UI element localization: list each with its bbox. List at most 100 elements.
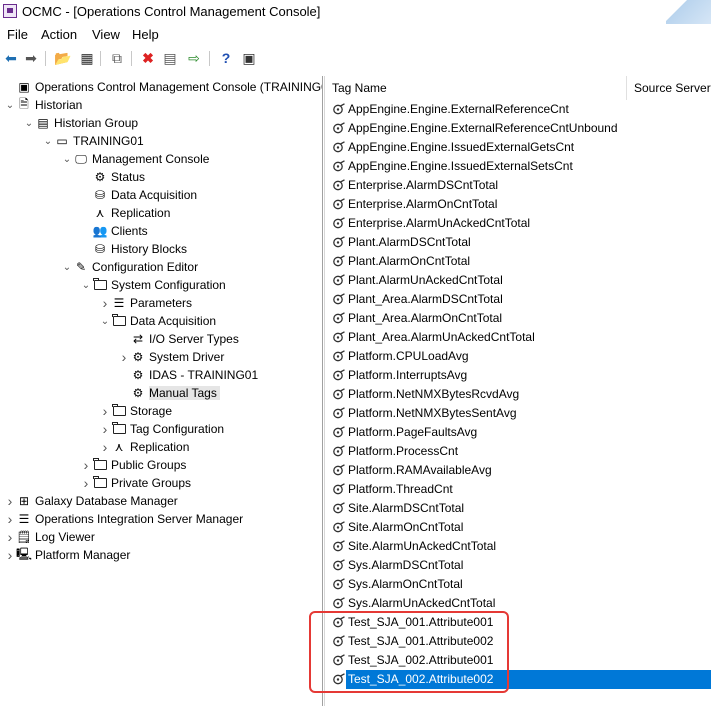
column-separator[interactable] — [626, 76, 627, 100]
column-header-source-server[interactable]: Source Server — [634, 76, 711, 100]
table-row[interactable]: Platform.InterruptsAvg — [326, 366, 711, 385]
menu-file[interactable]: File — [7, 27, 28, 42]
tree-node[interactable]: ▣ Operations Control Management Console (… — [4, 78, 322, 96]
tag-name-cell: Plant.AlarmOnCntTotal — [348, 254, 471, 268]
tag-name-cell: AppEngine.Engine.ExternalReferenceCnt — [348, 102, 569, 116]
tree-node[interactable]: ⚙ IDAS - TRAINING01 — [118, 366, 259, 384]
tree-node[interactable]: ⌄ ▤ Historian Group — [23, 114, 138, 132]
table-row[interactable]: Plant_Area.AlarmDSCntTotal — [326, 290, 711, 309]
folder-shape — [93, 476, 107, 488]
table-row[interactable]: Plant.AlarmDSCntTotal — [326, 233, 711, 252]
tag-icon — [332, 103, 346, 116]
chevron-right-icon[interactable]: › — [99, 421, 111, 437]
chevron-right-icon[interactable]: › — [118, 349, 130, 365]
table-row[interactable]: Site.AlarmUnAckedCntTotal — [326, 537, 711, 556]
chevron-down-icon[interactable]: ⌄ — [61, 154, 73, 165]
tree-node[interactable]: ⋏ Replication — [80, 204, 171, 222]
table-row[interactable]: Platform.ThreadCnt — [326, 480, 711, 499]
table-row[interactable]: Platform.ProcessCnt — [326, 442, 711, 461]
tree-node[interactable]: ⚙ Status — [80, 168, 145, 186]
table-row[interactable]: Platform.NetNMXBytesRcvdAvg — [326, 385, 711, 404]
table-row[interactable]: Platform.PageFaultsAvg — [326, 423, 711, 442]
tree-node[interactable]: ⌄ ▭ TRAINING01 — [42, 132, 144, 150]
chevron-right-icon[interactable]: › — [99, 403, 111, 419]
table-row[interactable]: Plant_Area.AlarmOnCntTotal — [326, 309, 711, 328]
table-row[interactable]: Sys.AlarmOnCntTotal — [326, 575, 711, 594]
tree-node[interactable]: › ☰ Operations Integration Server Manager — [4, 510, 243, 528]
tree-node[interactable]: › Public Groups — [80, 456, 187, 474]
table-row[interactable]: Plant.AlarmUnAckedCntTotal — [326, 271, 711, 290]
tree-node-label: Data Acquisition — [111, 188, 198, 202]
tree-node[interactable]: ⇄ I/O Server Types — [118, 330, 239, 348]
table-row[interactable]: Sys.AlarmDSCntTotal — [326, 556, 711, 575]
table-row[interactable]: Enterprise.AlarmDSCntTotal — [326, 176, 711, 195]
table-row[interactable]: AppEngine.Engine.IssuedExternalSetsCnt — [326, 157, 711, 176]
tag-name-cell: Plant_Area.AlarmUnAckedCntTotal — [348, 330, 535, 344]
table-row[interactable]: Platform.RAMAvailableAvg — [326, 461, 711, 480]
tree-node[interactable]: › ⋏ Replication — [99, 438, 190, 456]
tree-node[interactable]: › ⊞ Galaxy Database Manager — [4, 492, 178, 510]
tree-node[interactable]: ⛁ History Blocks — [80, 240, 187, 258]
menu-view[interactable]: View — [92, 27, 120, 42]
export-icon[interactable]: ⇨ — [185, 49, 203, 67]
chevron-right-icon[interactable]: › — [80, 457, 92, 473]
console-icon[interactable]: ▣ — [240, 49, 258, 67]
table-row[interactable]: Site.AlarmDSCntTotal — [326, 499, 711, 518]
tag-name-cell: AppEngine.Engine.ExternalReferenceCntUnb… — [348, 121, 618, 135]
tree-node[interactable]: ⛁ Data Acquisition — [80, 186, 197, 204]
table-row[interactable]: Platform.CPULoadAvg — [326, 347, 711, 366]
tree-node[interactable]: › 🗒 Log Viewer — [4, 528, 95, 546]
table-row[interactable]: Plant.AlarmOnCntTotal — [326, 252, 711, 271]
chevron-down-icon[interactable]: ⌄ — [4, 100, 16, 111]
chevron-right-icon[interactable]: › — [80, 475, 92, 491]
help-icon[interactable]: ? — [217, 49, 235, 67]
tree-node[interactable]: 👥 Clients — [80, 222, 148, 240]
properties-icon[interactable]: ▤ — [161, 49, 179, 67]
forward-icon[interactable]: ➡ — [22, 49, 40, 67]
table-row[interactable]: Site.AlarmOnCntTotal — [326, 518, 711, 537]
menu-help[interactable]: Help — [132, 27, 159, 42]
tree-node[interactable]: › ☰ Parameters — [99, 294, 192, 312]
chevron-right-icon[interactable]: › — [4, 493, 16, 509]
tree-node[interactable]: › Private Groups — [80, 474, 191, 492]
table-row[interactable]: Platform.NetNMXBytesSentAvg — [326, 404, 711, 423]
chevron-right-icon[interactable]: › — [4, 547, 16, 563]
tree-node[interactable]: ⌄ 🗎 Historian — [4, 96, 83, 114]
folder-shape — [93, 458, 107, 470]
show-tree-icon[interactable]: ▦ — [78, 49, 96, 67]
tree-node-label: Tag Configuration — [130, 422, 225, 436]
up-folder-icon[interactable]: 📂 — [54, 49, 72, 67]
delete-icon[interactable]: ✖ — [139, 49, 157, 67]
table-row[interactable]: Enterprise.AlarmOnCntTotal — [326, 195, 711, 214]
table-row[interactable]: AppEngine.Engine.ExternalReferenceCntUnb… — [326, 119, 711, 138]
chevron-down-icon[interactable]: ⌄ — [80, 280, 92, 291]
tree-node[interactable]: ⌄ Data Acquisition — [99, 312, 216, 330]
menu-action[interactable]: Action — [41, 27, 77, 42]
chevron-down-icon[interactable]: ⌄ — [61, 262, 73, 273]
chevron-right-icon[interactable]: › — [4, 529, 16, 545]
tag-name-cell: Platform.PageFaultsAvg — [348, 425, 478, 439]
chevron-down-icon[interactable]: ⌄ — [42, 136, 54, 147]
chevron-right-icon[interactable]: › — [99, 295, 111, 311]
chevron-down-icon[interactable]: ⌄ — [99, 316, 111, 327]
tree-node[interactable]: › Tag Configuration — [99, 420, 224, 438]
back-icon[interactable]: ⬅ — [2, 49, 20, 67]
chevron-down-icon[interactable]: ⌄ — [23, 118, 35, 129]
table-row[interactable]: AppEngine.Engine.IssuedExternalGetsCnt — [326, 138, 711, 157]
column-header-tag-name[interactable]: Tag Name — [332, 76, 387, 100]
tree-node[interactable]: ⌄ 🖵 Management Console — [61, 150, 210, 168]
tree-node[interactable]: ⚙ Manual Tags — [118, 384, 220, 402]
tag-icon — [332, 483, 346, 496]
chevron-right-icon[interactable]: › — [4, 511, 16, 527]
tree-node[interactable]: ⌄ System Configuration — [80, 276, 226, 294]
copy-icon[interactable]: ⧉ — [108, 49, 126, 67]
tree-node[interactable]: › ⚙ System Driver — [118, 348, 225, 366]
tree-node[interactable]: › 🖳 Platform Manager — [4, 546, 131, 564]
tree-node[interactable]: ⌄ ✎ Configuration Editor — [61, 258, 198, 276]
tree-node[interactable]: › Storage — [99, 402, 172, 420]
server-group-icon: ▤ — [37, 116, 49, 130]
table-row[interactable]: Plant_Area.AlarmUnAckedCntTotal — [326, 328, 711, 347]
chevron-right-icon[interactable]: › — [99, 439, 111, 455]
table-row[interactable]: Enterprise.AlarmUnAckedCntTotal — [326, 214, 711, 233]
table-row[interactable]: AppEngine.Engine.ExternalReferenceCnt — [326, 100, 711, 119]
